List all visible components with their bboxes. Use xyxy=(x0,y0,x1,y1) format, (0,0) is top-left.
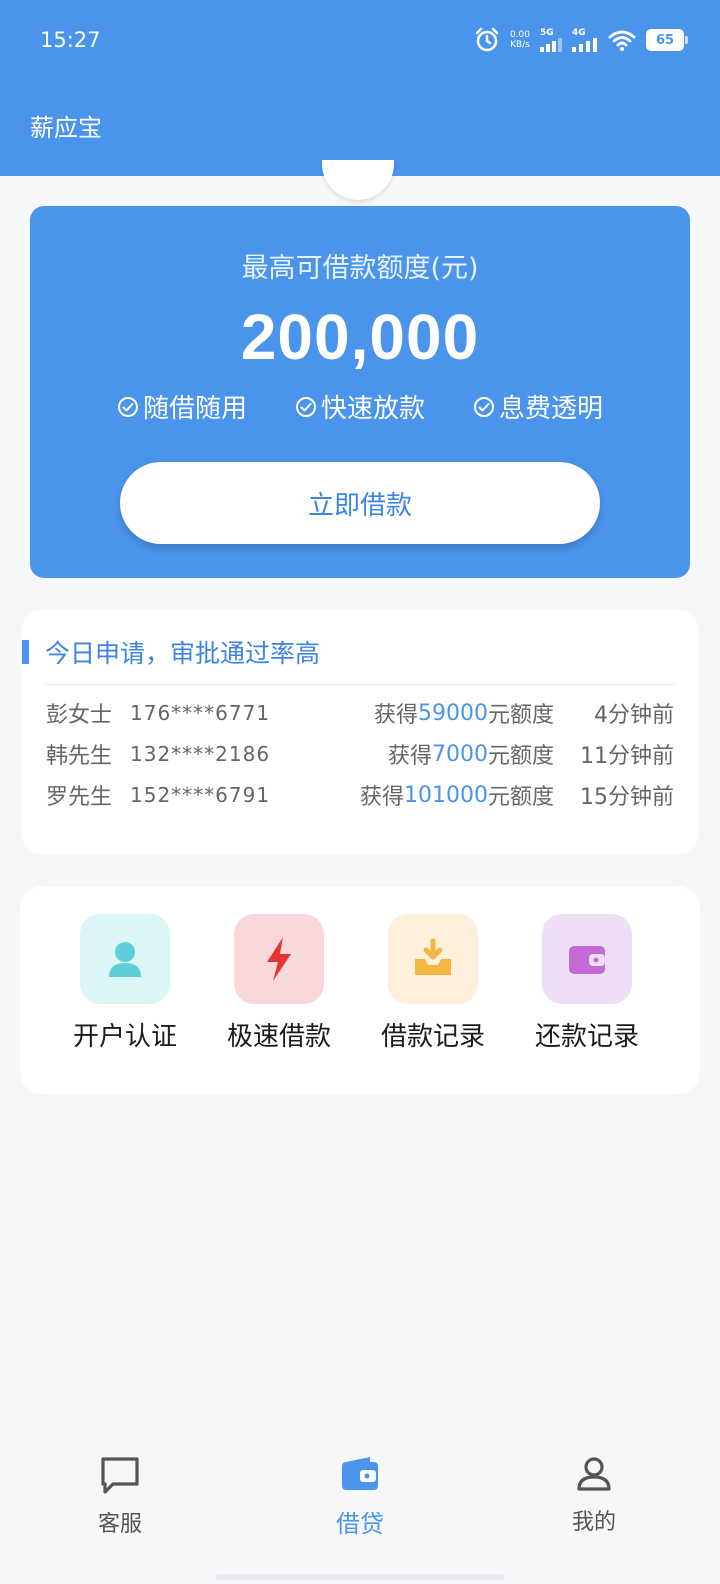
check-circle-icon xyxy=(295,396,316,417)
approval-suffix: 元额度 xyxy=(487,744,554,769)
approval-time: 15分钟前 xyxy=(580,785,674,810)
approvals-header: 今日申请，审批通过率高 xyxy=(22,634,320,670)
action-label: 借款记录 xyxy=(380,1022,485,1052)
user-icon xyxy=(109,942,141,977)
nav-label: 我的 xyxy=(571,1510,616,1535)
lightning-icon xyxy=(267,937,291,981)
approvals-title: 今日申请，审批通过率高 xyxy=(45,639,321,668)
nav-label: 借贷 xyxy=(336,1510,384,1538)
applicant-phone: 176****6771 xyxy=(130,701,271,725)
loan-limit-amount: 200,000 xyxy=(240,301,480,373)
person-icon xyxy=(577,1457,611,1491)
feature-label: 快速放款 xyxy=(320,394,425,424)
approvals-card: 今日申请，审批通过率高 彭女士 176****6771 获得 59000 元额度… xyxy=(22,610,698,854)
feature-list: 随借随用 快速放款 息费透明 xyxy=(30,388,690,425)
action-loan-records[interactable]: 借款记录 xyxy=(368,914,498,1053)
approval-prefix: 获得 xyxy=(359,785,404,810)
feature-label: 随借随用 xyxy=(142,394,247,424)
action-label: 极速借款 xyxy=(226,1022,331,1052)
bottom-nav: 客服 借贷 我的 xyxy=(0,1432,720,1584)
approval-suffix: 元额度 xyxy=(487,703,554,728)
action-express-loan[interactable]: 极速借款 xyxy=(214,914,344,1053)
approval-prefix: 获得 xyxy=(373,703,418,728)
action-label: 还款记录 xyxy=(534,1022,639,1052)
approval-row: 彭女士 176****6771 获得 59000 元额度 4分钟前 xyxy=(46,696,674,730)
approval-time: 11分钟前 xyxy=(580,744,674,769)
app-title: 薪应宝 xyxy=(30,114,102,142)
action-tile[interactable] xyxy=(388,914,478,1004)
alarm-icon xyxy=(475,27,499,52)
nav-item-profile[interactable]: 我的 xyxy=(534,1454,654,1536)
action-account-verification[interactable]: 开户认证 xyxy=(60,914,190,1053)
borrow-now-button[interactable]: 立即借款 xyxy=(120,462,600,544)
approval-row: 韩先生 132****2186 获得 7000 元额度 11分钟前 xyxy=(46,737,674,771)
signal-bars-icon xyxy=(540,38,562,52)
feature-item: 快速放款 xyxy=(295,388,425,425)
battery-indicator: 65 xyxy=(646,29,688,51)
action-label: 开户认证 xyxy=(72,1022,177,1052)
action-repayment-records[interactable]: 还款记录 xyxy=(522,914,652,1053)
applicant-name: 彭女士 xyxy=(46,703,113,728)
feature-label: 息费透明 xyxy=(499,394,604,424)
wallet-icon xyxy=(569,946,605,974)
chat-icon xyxy=(101,1457,139,1494)
nav-item-customer-service[interactable]: 客服 xyxy=(60,1454,180,1538)
status-icons: 0.00 KB/s 5G 4G 65 xyxy=(474,24,688,56)
loan-limit-label: 最高可借款额度(元) xyxy=(241,253,479,284)
loan-limit-card: 最高可借款额度(元) 200,000 随借随用 快速放款 息费透明 立即借款 xyxy=(30,206,690,578)
home-indicator[interactable] xyxy=(216,1574,504,1580)
pull-indicator xyxy=(322,160,394,200)
check-circle-icon xyxy=(474,396,494,417)
approval-amount: 7000 xyxy=(431,741,488,767)
app-header: 15:27 0.00 KB/s 5G 4G 65 薪应宝 xyxy=(0,0,720,176)
applicant-name: 韩先生 xyxy=(46,744,113,769)
inbox-download-icon xyxy=(415,938,451,975)
signal-5g: 5G xyxy=(540,28,562,52)
applicant-phone: 132****2186 xyxy=(130,742,271,766)
feature-item: 息费透明 xyxy=(473,388,603,425)
divider xyxy=(44,684,676,685)
applicant-name: 罗先生 xyxy=(46,785,113,810)
action-tile[interactable] xyxy=(234,914,324,1004)
action-tile[interactable] xyxy=(80,914,170,1004)
feature-item: 随借随用 xyxy=(117,388,247,425)
signal-bars-icon xyxy=(572,38,597,52)
status-bar: 15:27 0.00 KB/s 5G 4G 65 xyxy=(0,0,720,80)
wifi-icon xyxy=(608,30,636,51)
approval-suffix: 元额度 xyxy=(487,785,554,810)
approval-amount: 101000 xyxy=(404,782,488,808)
quick-actions: 开户认证 极速借款 借款记录 还款记录 xyxy=(20,886,700,1094)
approval-amount: 59000 xyxy=(417,700,488,726)
net-speed: 0.00 KB/s xyxy=(509,30,530,50)
signal-4g: 4G xyxy=(572,28,598,52)
status-time: 15:27 xyxy=(40,28,101,52)
nav-label: 客服 xyxy=(97,1512,142,1537)
applicant-phone: 152****6791 xyxy=(130,783,271,807)
approval-row: 罗先生 152****6791 获得 101000 元额度 15分钟前 xyxy=(46,778,674,812)
approval-prefix: 获得 xyxy=(387,744,432,769)
action-tile[interactable] xyxy=(542,914,632,1004)
check-circle-icon xyxy=(117,396,138,417)
nav-item-loan[interactable]: 借贷 xyxy=(300,1454,420,1539)
title-accent-bar xyxy=(22,640,29,664)
wallet-icon xyxy=(342,1457,378,1490)
approval-time: 4分钟前 xyxy=(594,703,674,728)
